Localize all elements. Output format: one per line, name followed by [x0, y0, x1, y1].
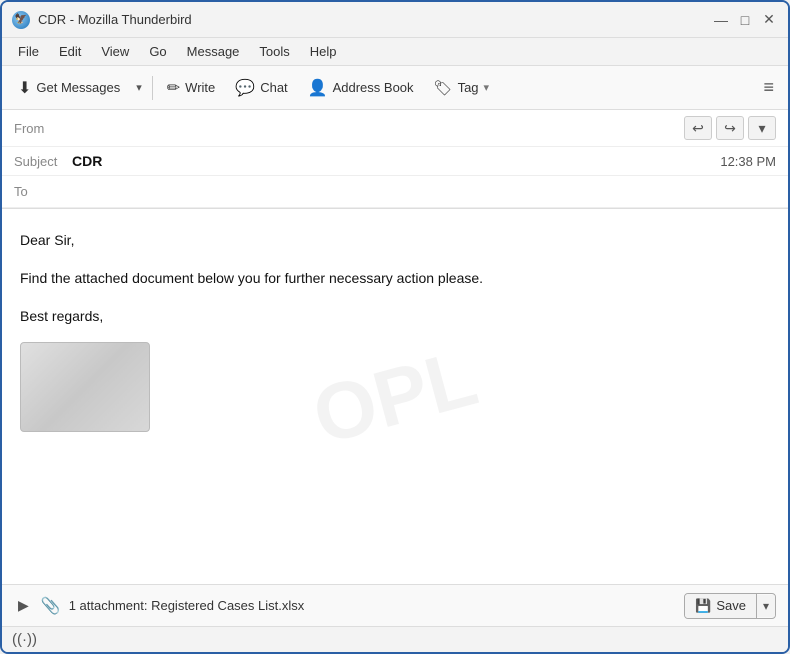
- window-controls: — □ ✕: [712, 11, 778, 29]
- menu-go[interactable]: Go: [141, 42, 174, 61]
- subject-row: Subject CDR 12:38 PM: [2, 147, 788, 176]
- write-button[interactable]: ✏ Write: [159, 74, 224, 102]
- get-messages-label: Get Messages: [36, 80, 120, 95]
- to-row: To: [2, 176, 788, 208]
- get-messages-icon: ⬇: [18, 78, 31, 98]
- save-label: Save: [716, 598, 746, 613]
- address-book-button[interactable]: 👤 Address Book: [300, 74, 422, 102]
- menu-message[interactable]: Message: [179, 42, 248, 61]
- toolbar-overflow-icon[interactable]: ≡: [757, 73, 780, 102]
- email-headers: From ↩ ↪ ▾ Subject CDR 12:38 PM To: [2, 110, 788, 209]
- maximize-button[interactable]: □: [736, 11, 754, 29]
- main-window: 🦅 CDR - Mozilla Thunderbird — □ ✕ File E…: [0, 0, 790, 654]
- menubar: File Edit View Go Message Tools Help: [2, 38, 788, 66]
- statusbar: ((·)): [2, 626, 788, 652]
- email-time: 12:38 PM: [720, 154, 776, 169]
- chat-button[interactable]: 💬 Chat: [227, 74, 295, 102]
- tag-icon: 🏷: [434, 79, 453, 97]
- get-messages-dropdown-icon[interactable]: ▾: [132, 77, 146, 98]
- tag-dropdown-icon: ▾: [484, 81, 490, 94]
- tag-button[interactable]: 🏷 Tag ▾: [426, 75, 498, 101]
- close-button[interactable]: ✕: [760, 11, 778, 29]
- menu-file[interactable]: File: [10, 42, 47, 61]
- to-label: To: [14, 184, 72, 199]
- attachment-expand-icon[interactable]: ▶: [14, 595, 33, 616]
- save-dropdown-button[interactable]: ▾: [757, 595, 775, 617]
- email-greeting: Dear Sir,: [20, 229, 770, 253]
- email-body: OPL Dear Sir, Find the attached document…: [2, 209, 788, 584]
- titlebar-left: 🦅 CDR - Mozilla Thunderbird: [12, 11, 192, 29]
- menu-view[interactable]: View: [93, 42, 137, 61]
- minimize-button[interactable]: —: [712, 11, 730, 29]
- address-book-label: Address Book: [333, 80, 414, 95]
- save-button-group: 💾 Save ▾: [684, 593, 776, 619]
- email-content: Dear Sir, Find the attached document bel…: [20, 229, 770, 432]
- window-title: CDR - Mozilla Thunderbird: [38, 12, 192, 27]
- save-icon: 💾: [695, 598, 711, 614]
- chat-icon: 💬: [235, 78, 255, 98]
- chat-label: Chat: [260, 80, 287, 95]
- titlebar: 🦅 CDR - Mozilla Thunderbird — □ ✕: [2, 2, 788, 38]
- header-actions: ↩ ↪ ▾: [684, 116, 776, 140]
- attachment-thumbnail: [20, 342, 150, 432]
- menu-edit[interactable]: Edit: [51, 42, 89, 61]
- save-button[interactable]: 💾 Save: [685, 594, 757, 618]
- attachment-filename: 1 attachment: Registered Cases List.xlsx: [69, 598, 676, 613]
- app-logo-icon: 🦅: [12, 11, 30, 29]
- email-closing: Best regards,: [20, 305, 770, 329]
- address-book-icon: 👤: [308, 78, 328, 98]
- more-actions-button[interactable]: ▾: [748, 116, 776, 140]
- connection-status-icon: ((·)): [12, 631, 37, 648]
- write-icon: ✏: [167, 78, 180, 98]
- forward-button[interactable]: ↪: [716, 116, 744, 140]
- subject-label: Subject: [14, 154, 72, 169]
- toolbar-divider-1: [152, 76, 153, 100]
- menu-help[interactable]: Help: [302, 42, 345, 61]
- from-label: From: [14, 121, 72, 136]
- paperclip-icon: 📎: [41, 596, 61, 616]
- reply-button[interactable]: ↩: [684, 116, 712, 140]
- get-messages-button[interactable]: ⬇ Get Messages: [10, 74, 128, 102]
- menu-tools[interactable]: Tools: [251, 42, 297, 61]
- tag-label: Tag: [458, 80, 479, 95]
- from-row: From ↩ ↪ ▾: [2, 110, 788, 147]
- toolbar: ⬇ Get Messages ▾ ✏ Write 💬 Chat 👤 Addres…: [2, 66, 788, 110]
- email-body-text: Find the attached document below you for…: [20, 267, 770, 291]
- write-label: Write: [185, 80, 215, 95]
- subject-value: CDR: [72, 153, 720, 169]
- attachment-bar: ▶ 📎 1 attachment: Registered Cases List.…: [2, 584, 788, 626]
